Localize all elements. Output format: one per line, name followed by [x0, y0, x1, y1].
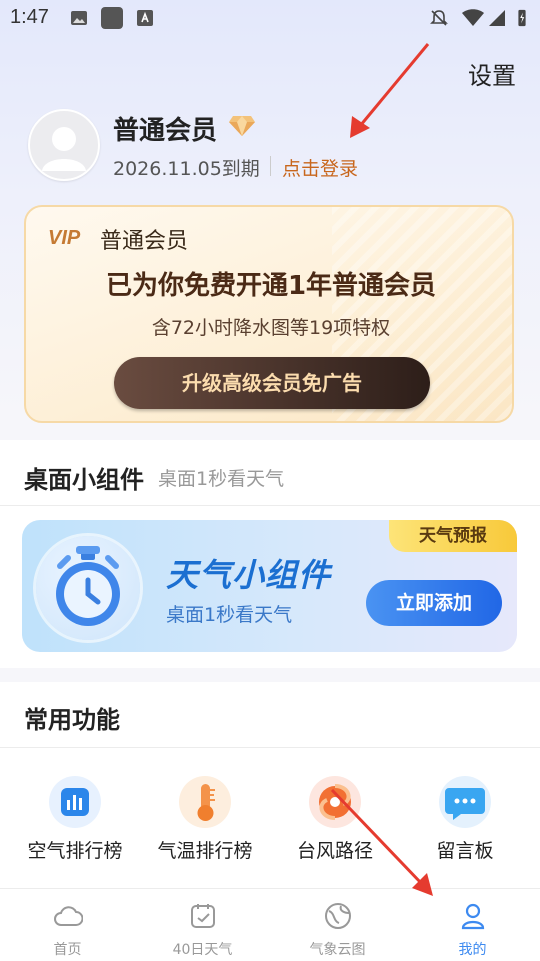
bell-off-icon: [430, 10, 448, 26]
divider: [270, 156, 271, 176]
thermometer-icon: [179, 776, 231, 828]
cloud-icon: [53, 906, 83, 926]
status-time: 1:47: [10, 6, 49, 28]
message-board-item[interactable]: 留言板: [405, 776, 525, 863]
vip-title: 已为你免费开通1年普通会员: [105, 271, 437, 301]
stopwatch-icon: [56, 546, 120, 626]
upgrade-button[interactable]: 升级高级会员免广告: [114, 357, 430, 409]
globe-icon: [324, 903, 351, 929]
func-label: 留言板: [436, 840, 494, 862]
annotation-arrow-top: [350, 43, 430, 138]
status-bar: 1:47: [0, 0, 540, 36]
login-link[interactable]: 点击登录: [282, 154, 358, 181]
calendar-icon: [190, 904, 215, 928]
avatar[interactable]: [28, 109, 100, 181]
divider: [0, 505, 540, 506]
settings-button[interactable]: 设置: [468, 56, 516, 91]
wifi-icon: [462, 9, 484, 26]
widget-card-title: 天气小组件: [166, 556, 332, 594]
typhoon-icon: [309, 776, 361, 828]
user-name: 普通会员: [113, 116, 218, 146]
vip-label: 普通会员: [100, 229, 189, 254]
bar-chart-icon: [49, 776, 101, 828]
battery-icon: [518, 9, 526, 27]
typhoon-path-item[interactable]: 台风路径: [275, 776, 395, 863]
app-square-icon: [101, 7, 123, 29]
default-avatar-icon: [42, 127, 86, 171]
image-icon: [71, 11, 87, 25]
member-diamond-icon: [229, 116, 255, 136]
nav-home[interactable]: 首页: [0, 889, 135, 961]
weather-widget-card[interactable]: 天气小组件 桌面1秒看天气 天气预报 立即添加: [22, 520, 517, 652]
message-icon: [439, 776, 491, 828]
vip-card[interactable]: VIP 普通会员 已为你免费开通1年普通会员 含72小时降水图等19项特权 升级…: [24, 205, 514, 423]
nav-label: 40日天气: [172, 942, 233, 958]
divider: [0, 747, 540, 748]
membership-expiry: 2026.11.05到期: [113, 158, 260, 180]
func-label: 台风路径: [296, 840, 373, 862]
section-title: 桌面小组件: [24, 466, 144, 494]
nav-label: 我的: [458, 942, 487, 958]
bottom-nav: 首页 40日天气 气象云图 我的: [0, 888, 540, 961]
common-functions-section: 常用功能 空气排行榜 气温排行榜 台风路径 留言板: [0, 682, 540, 888]
vip-logo: VIP: [48, 227, 81, 249]
vip-subtitle: 含72小时降水图等19项特权: [151, 317, 391, 339]
temperature-ranking-item[interactable]: 气温排行榜: [145, 776, 265, 863]
nav-mine[interactable]: 我的: [405, 889, 540, 961]
signal-icon: [489, 10, 505, 26]
nav-label: 首页: [53, 942, 82, 958]
section-subtitle: 桌面1秒看天气: [158, 468, 285, 490]
func-label: 气温排行榜: [157, 840, 253, 862]
section-title: 常用功能: [24, 706, 120, 734]
widget-card-subtitle: 桌面1秒看天气: [166, 604, 293, 626]
func-label: 空气排行榜: [27, 840, 123, 862]
air-ranking-item[interactable]: 空气排行榜: [15, 776, 135, 863]
nav-40-day[interactable]: 40日天气: [135, 889, 270, 961]
forecast-tag: 天气预报: [389, 520, 517, 552]
person-icon: [461, 903, 484, 930]
text-a-icon: [137, 10, 153, 26]
add-widget-button[interactable]: 立即添加: [366, 580, 502, 626]
stopwatch-badge: [36, 536, 140, 640]
nav-label: 气象云图: [309, 942, 366, 958]
nav-cloud-map[interactable]: 气象云图: [270, 889, 405, 961]
